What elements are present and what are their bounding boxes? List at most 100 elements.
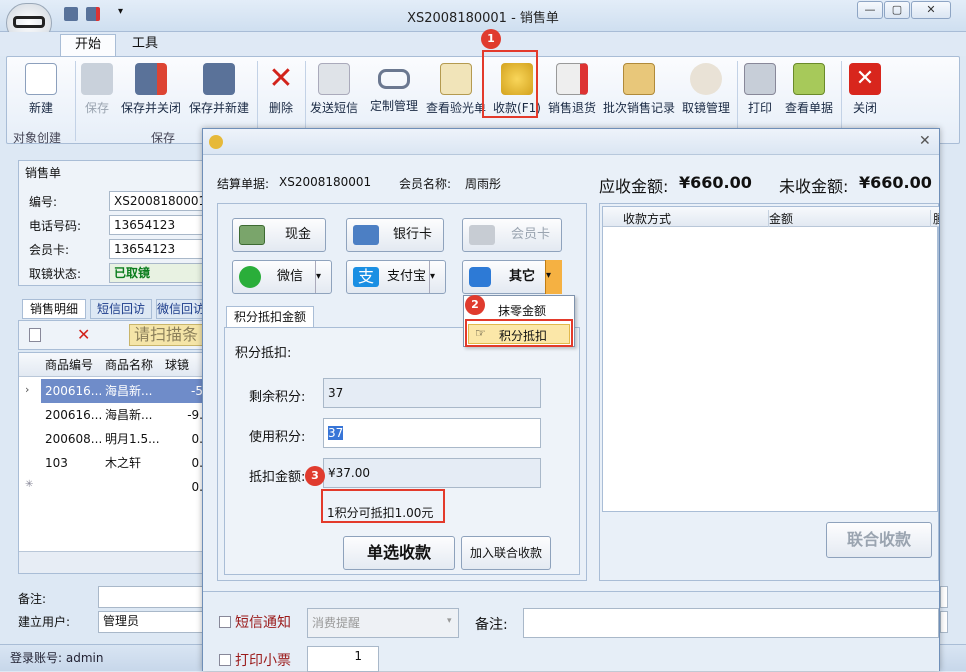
new-row-icon[interactable] xyxy=(29,328,41,342)
save-new-icon xyxy=(203,63,235,95)
phone-field[interactable]: 13654123 xyxy=(109,215,209,235)
view-optometry-button[interactable]: 查看验光单 xyxy=(425,61,487,127)
menu-item-round-off[interactable]: 抹零金额 xyxy=(498,302,546,319)
remark-input[interactable] xyxy=(98,586,204,608)
save-and-close-button[interactable]: 保存并关闭 xyxy=(119,61,183,127)
deduct-amount-field[interactable]: ¥37.00 xyxy=(323,458,541,488)
table-row[interactable]: 明月1.5... xyxy=(101,427,161,451)
bank-card-button[interactable]: 银行卡 xyxy=(346,218,444,252)
wechat-dropdown-icon[interactable]: ▾ xyxy=(315,261,331,293)
member-label: 会员名称: xyxy=(399,177,452,191)
print-count-value: 1 xyxy=(354,649,362,663)
table-row[interactable]: 200608... xyxy=(41,427,101,451)
remain-label: 剩余积分: xyxy=(249,390,306,405)
group-label-save: 保存 xyxy=(151,131,176,145)
other-dropdown-icon[interactable]: ▾ xyxy=(545,260,562,294)
close-doc-button[interactable]: ✕ 关闭 xyxy=(845,61,885,127)
table-row[interactable]: 木之轩 xyxy=(101,451,161,475)
union-pay-panel: 收款方式 金额 腫 联合收款 xyxy=(599,203,939,581)
send-sms-button[interactable]: 发送短信 xyxy=(307,61,361,127)
alipay-button[interactable]: 支支付宝 ▾ xyxy=(346,260,446,294)
bank-card-icon xyxy=(353,225,379,245)
window-title: XS2008180001 - 销售单 xyxy=(407,11,559,26)
col-header-extra[interactable]: 腫 xyxy=(933,210,939,227)
single-pay-button[interactable]: 单选收款 xyxy=(343,536,455,570)
print-checkbox[interactable] xyxy=(219,654,231,666)
sms-template-select[interactable]: 消费提醒 xyxy=(307,608,459,638)
label-phone: 电话号码: xyxy=(29,219,82,233)
grid-hscrollbar[interactable] xyxy=(19,551,203,573)
unpaid-label: 未收金额: xyxy=(779,177,849,196)
alipay-dropdown-icon[interactable]: ▾ xyxy=(429,261,445,293)
member-card-button[interactable]: 会员卡 xyxy=(462,218,562,252)
col-header-code[interactable]: 商品编号 xyxy=(41,353,101,377)
table-row[interactable]: 海昌新... xyxy=(101,379,161,403)
title-bar: ▾ XS2008180001 - 销售单 — ▢ ✕ xyxy=(0,0,966,43)
order-number-field[interactable]: XS2008180001 xyxy=(109,191,209,211)
minimize-button[interactable]: — xyxy=(857,1,883,19)
close-button[interactable]: ✕ xyxy=(911,1,951,19)
member-value: 周雨彤 xyxy=(465,177,502,191)
save-close-icon xyxy=(135,63,167,95)
union-pay-button[interactable]: 联合收款 xyxy=(826,522,932,558)
cash-button[interactable]: 现金 xyxy=(232,218,326,252)
tab-points-deduct[interactable]: 积分抵扣金额 xyxy=(226,306,314,328)
dialog-close-icon[interactable]: ✕ xyxy=(919,133,931,149)
glasses-frame-icon xyxy=(378,69,410,89)
subtab-wechat-visit[interactable]: 微信回访 xyxy=(156,299,206,319)
table-row[interactable]: -5 xyxy=(161,379,203,403)
tab-tools[interactable]: 工具 xyxy=(118,34,172,56)
batch-sales-record-button[interactable]: 批次销售记录 xyxy=(601,61,677,127)
due-value: ¥660.00 xyxy=(679,173,752,192)
col-header-sph[interactable]: 球镜 xyxy=(161,353,203,377)
add-union-pay-button[interactable]: 加入联合收款 xyxy=(461,536,551,570)
table-row[interactable]: 0. xyxy=(161,427,203,451)
print-button[interactable]: 打印 xyxy=(741,61,779,127)
union-pay-grid: 收款方式 金额 腫 xyxy=(602,206,939,512)
col-header-name[interactable]: 商品名称 xyxy=(101,353,161,377)
new-button[interactable]: 新建 xyxy=(13,61,69,127)
member-card-field[interactable]: 13654123 xyxy=(109,239,209,259)
remain-points-field[interactable]: 37 xyxy=(323,378,541,408)
print-count-stepper[interactable]: 1 xyxy=(307,646,379,672)
scan-input[interactable]: 请扫描条 xyxy=(129,324,209,346)
right-dropdown-strip[interactable] xyxy=(940,611,948,633)
use-points-input[interactable]: 37 xyxy=(323,418,541,448)
box-icon xyxy=(623,63,655,95)
custom-manage-button[interactable]: 定制管理 xyxy=(365,61,423,127)
save-button[interactable]: 保存 xyxy=(79,61,115,127)
tab-home[interactable]: 开始 xyxy=(60,34,117,56)
sms-checkbox[interactable] xyxy=(219,616,231,628)
table-row[interactable]: 103 xyxy=(41,451,101,475)
step-badge-3: 3 xyxy=(305,466,325,486)
view-documents-button[interactable]: 查看单据 xyxy=(781,61,837,127)
highlight-collect xyxy=(482,50,538,118)
col-header-method[interactable]: 收款方式 xyxy=(623,210,769,227)
table-row[interactable]: 海昌新... xyxy=(101,403,161,427)
other-button[interactable]: 其它 ▾ xyxy=(462,260,562,294)
dialog-remark-input[interactable] xyxy=(523,608,939,638)
subtab-sms-visit[interactable]: 短信回访 xyxy=(90,299,152,319)
table-row[interactable]: 0. xyxy=(161,475,203,499)
maximize-button[interactable]: ▢ xyxy=(884,1,910,19)
wechat-icon xyxy=(239,266,261,288)
sales-return-button[interactable]: 销售退货 xyxy=(547,61,597,127)
other-pay-icon xyxy=(469,267,491,287)
delete-button[interactable]: ✕ 删除 xyxy=(261,61,301,127)
right-remark-strip[interactable] xyxy=(940,586,948,608)
user-field[interactable]: 管理员 xyxy=(98,611,204,633)
delete-row-icon[interactable]: ✕ xyxy=(77,325,90,344)
save-and-new-button[interactable]: 保存并新建 xyxy=(187,61,251,127)
user-label: 建立用户: xyxy=(18,615,71,629)
table-row[interactable]: 0. xyxy=(161,451,203,475)
col-header-amount[interactable]: 金额 xyxy=(769,210,931,227)
new-row-marker-icon: ✳ xyxy=(25,479,34,490)
table-row[interactable]: 200616... xyxy=(41,403,101,427)
table-row[interactable]: 200616... xyxy=(41,379,101,403)
pickup-manage-button[interactable]: 取镜管理 xyxy=(679,61,733,127)
table-row[interactable]: -9. xyxy=(161,403,203,427)
pickup-status-field[interactable]: 已取镜 xyxy=(109,263,209,283)
wechat-button[interactable]: 微信 ▾ xyxy=(232,260,332,294)
subtab-sales-detail[interactable]: 销售明细 xyxy=(22,299,86,319)
unpaid-value: ¥660.00 xyxy=(859,173,932,192)
